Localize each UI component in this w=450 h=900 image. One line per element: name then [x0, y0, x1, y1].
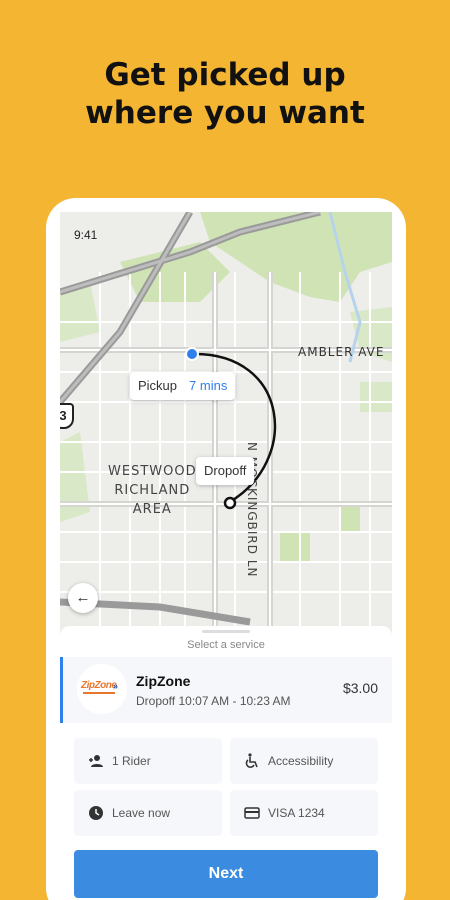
area-label: WESTWOOD RICHLAND AREA — [108, 464, 197, 517]
leave-time-label: Leave now — [112, 806, 171, 820]
riders-label: 1 Rider — [112, 754, 151, 768]
wheelchair-icon — [245, 753, 258, 768]
map[interactable]: 9:41 AMBLER AVE WESTWOOD RICHLAND AREA N… — [60, 212, 392, 637]
service-name: ZipZone — [136, 673, 191, 689]
next-button[interactable]: Next — [74, 850, 378, 898]
pickup-eta: 7 mins — [189, 378, 228, 393]
back-button[interactable]: ← — [68, 583, 98, 613]
payment-selector[interactable]: VISA 1234 — [230, 790, 378, 836]
street-label-ambler: AMBLER AVE — [298, 345, 385, 359]
sheet-handle[interactable] — [202, 630, 250, 633]
service-option-zipzone[interactable]: ZipZone » ZipZone Dropoff 10:07 AM - 10:… — [60, 657, 392, 723]
payment-label: VISA 1234 — [268, 806, 325, 820]
zipzone-logo: ZipZone » — [77, 664, 127, 714]
credit-card-icon — [244, 807, 260, 819]
dropoff-label: Dropoff — [204, 463, 247, 478]
pickup-dot — [185, 347, 199, 361]
accessibility-selector[interactable]: Accessibility — [230, 738, 378, 784]
service-dropoff-time: Dropoff 10:07 AM - 10:23 AM — [136, 694, 291, 708]
status-time: 9:41 — [74, 228, 98, 242]
phone-frame: 9:41 AMBLER AVE WESTWOOD RICHLAND AREA N… — [46, 198, 406, 900]
dropoff-bubble[interactable]: Dropoff — [196, 457, 255, 485]
map-canvas — [60, 212, 392, 637]
clock-icon — [89, 806, 103, 820]
accessibility-label: Accessibility — [268, 754, 334, 768]
dropoff-dot — [223, 496, 237, 510]
leave-time-selector[interactable]: Leave now — [74, 790, 222, 836]
route-shield: 3 — [60, 403, 74, 429]
riders-selector[interactable]: 1 Rider — [74, 738, 222, 784]
sheet-title: Select a service — [187, 639, 265, 651]
service-sheet: Select a service ZipZone » ZipZone Dropo… — [60, 626, 392, 900]
service-price: $3.00 — [342, 680, 378, 696]
pickup-bubble[interactable]: Pickup 7 mins — [130, 372, 236, 400]
back-arrow-icon: ← — [75, 589, 91, 606]
headline: Get picked up where you want — [85, 57, 365, 131]
pickup-label: Pickup — [138, 378, 178, 393]
add-person-icon — [89, 755, 103, 767]
